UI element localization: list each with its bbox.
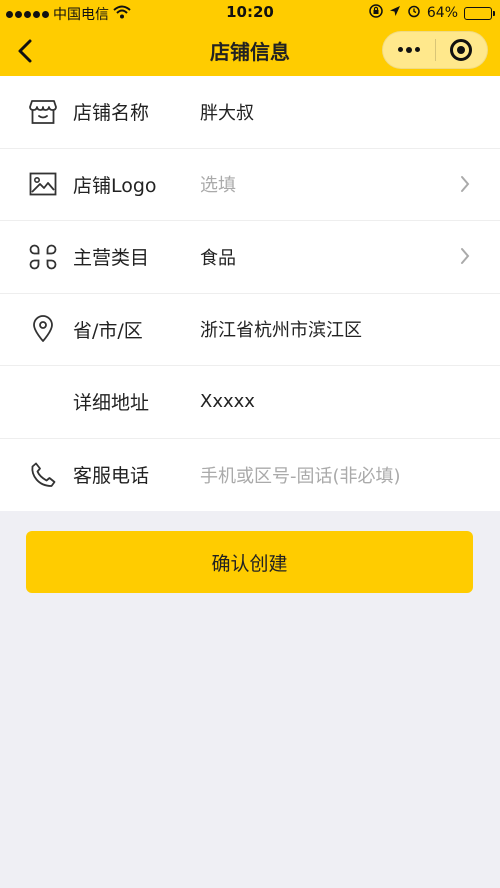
more-button[interactable]: [383, 31, 435, 69]
chevron-right-icon: [461, 248, 470, 264]
nav-bar: 店铺信息: [0, 26, 500, 76]
shop-name-label: 店铺名称: [73, 102, 150, 125]
form-row-detail-address[interactable]: 详细地址 Xxxxx: [0, 366, 500, 439]
form-row-region[interactable]: 省/市/区 浙江省杭州市滨江区: [0, 294, 500, 366]
main-category-value[interactable]: 食品: [200, 244, 236, 270]
more-icon: [397, 47, 420, 53]
form-row-shop-logo[interactable]: 店铺Logo 选填: [0, 149, 500, 221]
close-miniprogram-button[interactable]: [435, 31, 487, 69]
shop-icon: [28, 97, 58, 127]
shop-info-form: 店铺名称 胖大叔 店铺Logo 选填 主营类目 食品 省/市/区 浙江省杭州市滨…: [0, 76, 500, 511]
location-icon: [28, 314, 58, 344]
detail-address-label: 详细地址: [73, 392, 150, 415]
confirm-create-button[interactable]: 确认创建: [26, 531, 473, 593]
battery-icon: [464, 6, 495, 20]
rotation-lock-icon: [369, 4, 383, 22]
miniprogram-capsule: [382, 31, 488, 69]
service-phone-input[interactable]: 手机或区号-固话(非必填): [200, 462, 401, 488]
service-phone-label: 客服电话: [73, 465, 150, 488]
category-icon: [28, 242, 58, 272]
form-row-service-phone[interactable]: 客服电话 手机或区号-固话(非必填): [0, 439, 500, 512]
phone-icon: [28, 460, 58, 490]
region-label: 省/市/区: [73, 319, 143, 342]
form-row-shop-name[interactable]: 店铺名称 胖大叔: [0, 76, 500, 149]
status-bar: 中国电信 10:20 64%: [0, 0, 500, 26]
chevron-right-icon: [461, 175, 470, 192]
shop-logo-label: 店铺Logo: [73, 174, 157, 197]
detail-address-input[interactable]: Xxxxx: [200, 391, 255, 412]
status-right: 64%: [369, 4, 495, 22]
shop-logo-input[interactable]: 选填: [200, 171, 236, 197]
alarm-icon: [407, 4, 421, 22]
main-category-label: 主营类目: [73, 247, 150, 270]
target-icon: [450, 39, 473, 61]
battery-percent: 64%: [426, 5, 458, 21]
shop-name-input[interactable]: 胖大叔: [200, 99, 254, 125]
form-row-main-category[interactable]: 主营类目 食品: [0, 221, 500, 294]
region-value[interactable]: 浙江省杭州市滨江区: [200, 316, 362, 342]
location-arrow-icon: [389, 5, 401, 21]
image-icon: [28, 169, 58, 199]
